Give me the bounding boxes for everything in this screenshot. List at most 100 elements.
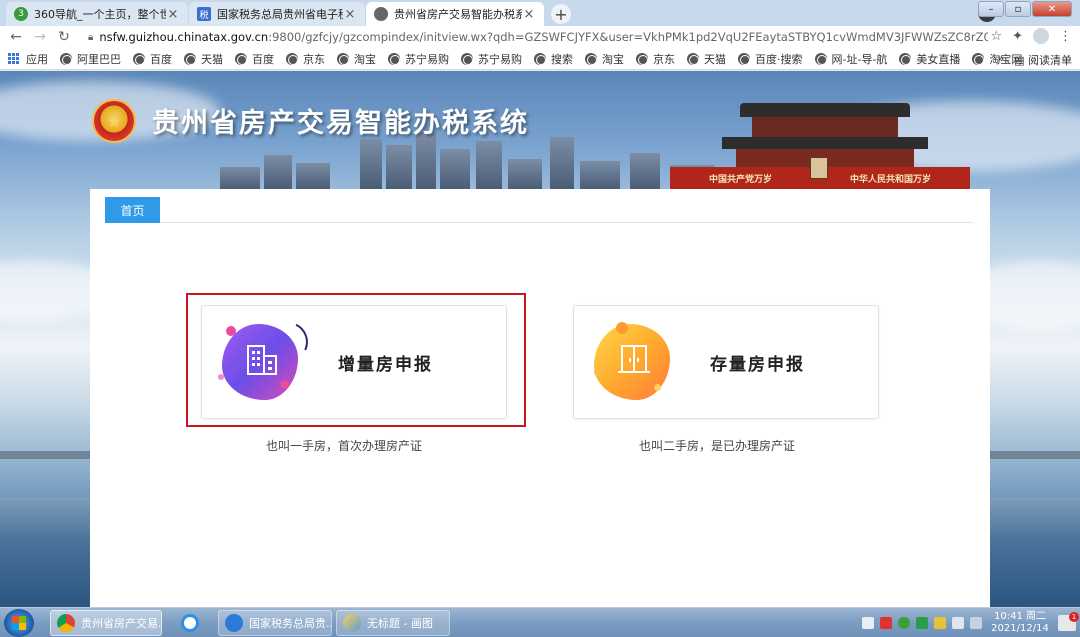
bookmark-item[interactable]: 天猫: [184, 51, 223, 67]
tray-shield-icon[interactable]: [916, 617, 928, 629]
taskbar-item-chrome[interactable]: 贵州省房产交易...: [50, 610, 162, 636]
globe-icon: [286, 52, 298, 65]
tray-flag-icon[interactable]: [934, 617, 946, 629]
national-emblem-icon: ★: [92, 99, 136, 143]
globe-icon: [534, 52, 546, 65]
bookmark-label: 网-址-导-航: [831, 52, 888, 66]
taskbar-item-paint[interactable]: 无标题 - 画图: [336, 610, 450, 636]
reload-icon[interactable]: ↻: [52, 29, 76, 45]
avatar[interactable]: [1033, 28, 1049, 44]
tray-document-icon[interactable]: [862, 617, 874, 629]
system-clock[interactable]: 10:41 周二 2021/12/14: [988, 611, 1052, 635]
bookmarks-bar: 应用 阿里巴巴 百度 天猫 百度 京东 淘宝 苏宁易购 苏宁易购 搜索 淘宝 京东 天猫 百度·搜索 网-…: [0, 48, 1080, 70]
bookmark-item[interactable]: 百度: [133, 51, 172, 67]
bookmark-label: 天猫: [201, 52, 223, 66]
bookmarks-more-button[interactable]: »: [997, 52, 1004, 68]
site-banner: ★ 贵州省房产交易智能办税系统 中国共产党万岁 中华人民共和国万岁: [90, 71, 990, 189]
bookmark-item[interactable]: 搜索: [534, 51, 573, 67]
bookmark-label: 百度: [252, 52, 274, 66]
tab-close-icon[interactable]: ×: [166, 7, 180, 22]
existing-house-declaration-card[interactable]: 存量房申报: [573, 305, 879, 419]
bookmark-item[interactable]: 苏宁易购: [388, 51, 449, 67]
building-glyph: [247, 345, 277, 375]
globe-icon: [972, 52, 985, 65]
bookmark-label: 搜索: [551, 52, 573, 66]
bookmark-label: 京东: [653, 52, 675, 66]
tray-alert-icon[interactable]: [880, 617, 892, 629]
bookmark-item[interactable]: 阿里巴巴: [60, 51, 121, 67]
window-controls: – ▫ ✕: [978, 1, 1072, 17]
gate-slogan-left: 中国共产党万岁: [708, 174, 772, 185]
globe-icon: [374, 7, 388, 21]
taskbar-item-baidu-netdisk[interactable]: [166, 610, 214, 636]
bookmark-item[interactable]: 苏宁易购: [461, 51, 522, 67]
bookmark-label: 阿里巴巴: [77, 52, 121, 66]
page-viewport: ★ 贵州省房产交易智能办税系统 中国共产党万岁 中华人民共和国万岁 首页 增量房…: [0, 71, 1080, 607]
menu-kebab-icon[interactable]: ⋮: [1059, 29, 1072, 44]
close-window-button[interactable]: ✕: [1032, 1, 1072, 17]
globe-icon: [461, 52, 473, 65]
bookmark-item[interactable]: 淘宝: [337, 51, 376, 67]
bookmark-apps[interactable]: 应用: [8, 51, 48, 67]
reading-list-button[interactable]: ▤ 阅读清单: [1014, 52, 1072, 68]
address-bar[interactable]: 🔒︎ nsfw.guizhou.chinatax.gov.cn:9800/gzf…: [88, 26, 988, 48]
start-button[interactable]: [4, 609, 34, 637]
bookmark-label: 淘宝: [354, 52, 376, 66]
globe-icon: [687, 52, 699, 65]
gate-slogan-right: 中华人民共和国万岁: [849, 174, 931, 185]
door-glyph: [618, 345, 650, 373]
volume-icon[interactable]: [952, 617, 964, 629]
taskbar-item-label: 无标题 - 画图: [367, 617, 433, 630]
bookmark-item[interactable]: 淘宝: [585, 51, 624, 67]
bookmark-item[interactable]: 网-址-导-航: [814, 51, 888, 67]
tab-home[interactable]: 首页: [105, 197, 160, 223]
tab-close-icon[interactable]: ×: [343, 7, 357, 22]
bookmark-star-icon[interactable]: ☆: [990, 29, 1002, 44]
bookmark-label: 应用: [26, 52, 48, 66]
portrait: [810, 157, 828, 179]
new-house-label: 增量房申报: [338, 355, 433, 375]
browser-toolbar: ← → ↻ 🔒︎ nsfw.guizhou.chinatax.gov.cn:98…: [0, 26, 1080, 48]
back-icon[interactable]: ←: [4, 29, 28, 45]
bookmark-item[interactable]: 京东: [286, 51, 325, 67]
bookmark-item[interactable]: 美女直播: [899, 51, 960, 67]
bookmark-item[interactable]: 百度: [235, 51, 274, 67]
page-tabs: 首页: [105, 197, 973, 223]
tab-close-icon[interactable]: ×: [522, 7, 536, 22]
lock-icon: 🔒︎: [88, 31, 94, 43]
new-house-declaration-card[interactable]: 增量房申报: [201, 305, 507, 419]
browser-tab-housing-tax[interactable]: 贵州省房产交易智能办税系统 ×: [366, 2, 544, 26]
tray-security-icon[interactable]: [898, 617, 910, 629]
browser-tab-etax[interactable]: 税 国家税务总局贵州省电子税务局 ×: [189, 2, 365, 26]
extensions-icon[interactable]: ✦: [1012, 29, 1023, 44]
globe-icon: [133, 52, 145, 65]
toolbar-actions: ☆ ✦ ⋮: [990, 28, 1072, 44]
bookmark-item[interactable]: 百度·搜索: [738, 51, 803, 67]
bookmark-label: 天猫: [704, 52, 726, 66]
globe-icon: [899, 52, 912, 65]
globe-icon: [60, 52, 72, 65]
clock-time: 10:41 周二: [994, 611, 1046, 622]
browser-tab-360[interactable]: 3 360导航_一个主页，整个世界 ×: [6, 2, 188, 26]
forward-icon[interactable]: →: [28, 29, 52, 45]
bookmark-item[interactable]: 京东: [636, 51, 675, 67]
network-icon[interactable]: [970, 617, 982, 629]
tab-title: 国家税务总局贵州省电子税务局: [217, 8, 343, 21]
ie-icon: [225, 614, 243, 632]
globe-icon: [184, 52, 196, 65]
bookmark-label: 百度: [150, 52, 172, 66]
main-panel: 首页 增量房申报 也叫一手房，首次办理房产证 存量房申报 也叫二手房，是已办理房…: [90, 189, 990, 607]
apps-grid-icon: [8, 52, 20, 65]
paint-icon: [343, 614, 361, 632]
taskbar-item-ie[interactable]: 国家税务总局贵...: [218, 610, 332, 636]
windows-logo-icon: [12, 616, 26, 630]
new-tab-button[interactable]: +: [551, 4, 571, 24]
chrome-icon: [57, 614, 75, 632]
minimize-button[interactable]: –: [978, 1, 1004, 17]
notification-center-icon[interactable]: 1: [1058, 612, 1079, 631]
maximize-button[interactable]: ▫: [1005, 1, 1031, 17]
bookmark-item[interactable]: 天猫: [687, 51, 726, 67]
globe-icon: [738, 52, 750, 65]
360-icon: 3: [14, 7, 28, 21]
system-tray: 10:41 周二 2021/12/14 1: [862, 610, 1079, 636]
